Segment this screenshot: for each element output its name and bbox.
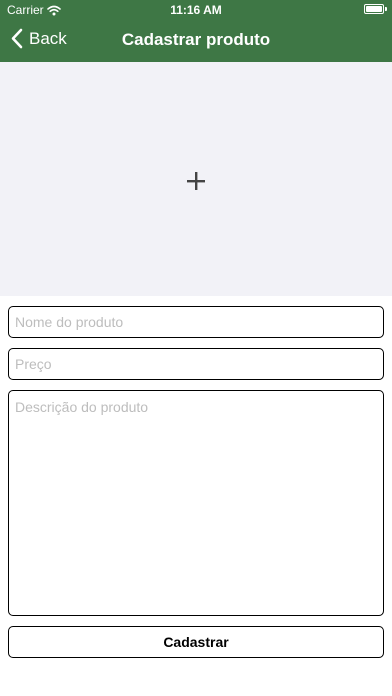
status-bar: Carrier 11:16 AM (0, 0, 392, 20)
plus-icon (187, 172, 205, 190)
product-image-picker[interactable] (0, 62, 392, 296)
product-price-input[interactable] (8, 348, 384, 380)
product-name-input[interactable] (8, 306, 384, 338)
page-title: Cadastrar produto (121, 30, 271, 49)
battery-icon (364, 4, 387, 14)
battery-fill (366, 6, 382, 12)
battery-cap (385, 7, 387, 11)
register-button[interactable]: Cadastrar (8, 626, 384, 658)
status-time: 11:16 AM (170, 3, 222, 17)
app-header: Carrier 11:16 AM Back Cadastrar produto (0, 0, 392, 62)
product-description-input[interactable] (8, 390, 384, 616)
navigation-bar: Back Cadastrar produto (0, 20, 392, 62)
